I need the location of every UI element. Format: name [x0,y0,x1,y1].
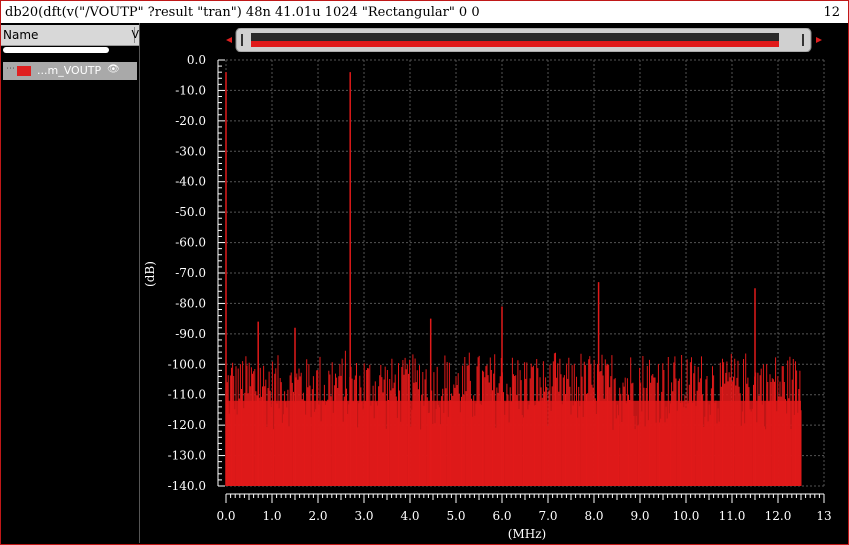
y-tick-label: -30.0 [175,144,206,158]
signal-name: ...m_VOUTP [37,64,102,77]
scroll-left-arrow-icon[interactable] [226,37,232,43]
x-tick-label: 6.0 [492,509,511,523]
y-tick-label: -10.0 [175,83,206,97]
name-header-label: Name [3,28,39,42]
slider-left-handle-icon[interactable] [241,34,243,46]
spectrum-trace [225,350,802,486]
y-tick-label: -140.0 [168,479,206,493]
window-title: db20(dft(v("/VOUTP" ?result "tran") 48n … [5,5,480,20]
y-tick-label: -80.0 [175,296,206,310]
corner-number: 12 [823,5,840,20]
second-column-header[interactable]: V [131,28,139,41]
panel-scrollbar[interactable] [3,47,109,53]
y-tick-label: -110.0 [168,388,206,402]
tree-branch-icon: ⋯ [6,64,15,74]
x-tick-label: 11.0 [719,509,746,523]
y-tick-label: -130.0 [168,449,206,463]
spectrum-floor-fill [226,400,801,486]
y-tick-label: -40.0 [175,175,206,189]
overview-trace [251,41,779,47]
x-tick-label: 4.0 [400,509,419,523]
x-axis-label: (MHz) [508,527,546,541]
overview-scrollbar[interactable] [224,28,824,52]
scroll-right-arrow-icon[interactable] [816,37,822,43]
y-tick-label: -100.0 [168,357,206,371]
x-tick-label: 10.0 [673,509,700,523]
y-axis-label: (dB) [143,261,157,287]
x-tick-label: 1.0 [262,509,281,523]
signal-browser-panel: Name V ⋯ ...m_VOUTP 👁 [1,23,140,543]
x-tick-label: 12.0 [765,509,792,523]
eye-icon[interactable]: 👁 [107,64,120,75]
y-tick-label: -90.0 [175,327,206,341]
signal-color-swatch [17,66,31,76]
x-tick-label: 9.0 [630,509,649,523]
x-tick-label: 0.0 [216,509,235,523]
y-tick-label: -120.0 [168,418,206,432]
x-tick-label: 5.0 [446,509,465,523]
y-tick-label: 0.0 [187,53,206,67]
window-titlebar: db20(dft(v("/VOUTP" ?result "tran") 48n … [1,1,848,23]
spectrum-chart[interactable]: 0.0 -10.0 -20.0 -30.0 -40.0 -50.0 -60.0 -70.0 -8… [140,52,840,542]
y-tick-label: -60.0 [175,236,206,250]
name-column-header[interactable]: Name V [1,25,139,46]
slider-right-handle-icon[interactable] [802,34,804,46]
x-tick-label: 3.0 [354,509,373,523]
x-tick-label: 13 [816,509,831,523]
x-tick-label: 7.0 [538,509,557,523]
x-tick-label: 2.0 [308,509,327,523]
y-tick-label: -20.0 [175,114,206,128]
x-tick-label: 8.0 [584,509,603,523]
y-tick-label: -50.0 [175,205,206,219]
signal-list-item[interactable]: ⋯ ...m_VOUTP 👁 [3,62,137,80]
y-tick-label: -70.0 [175,266,206,280]
